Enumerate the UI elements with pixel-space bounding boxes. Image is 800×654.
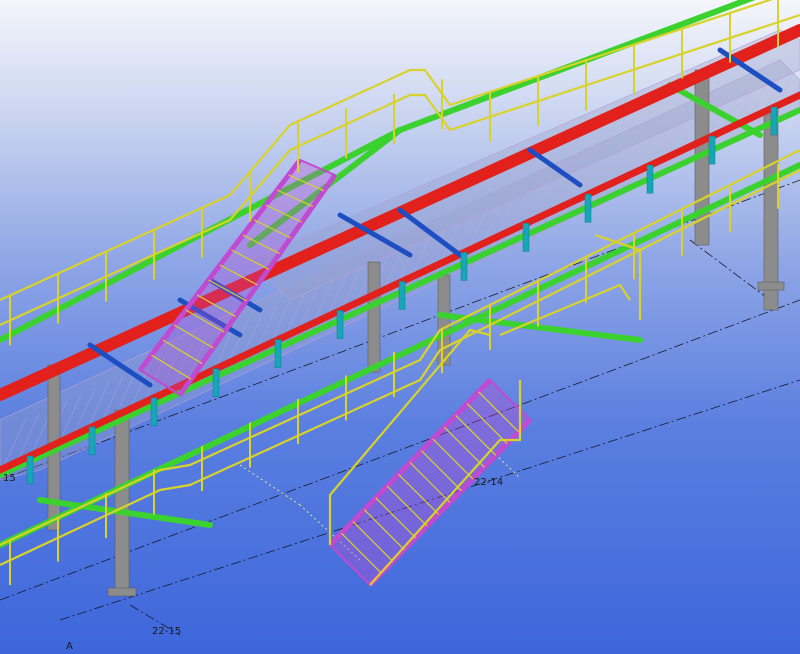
- pipe-support: [336, 310, 344, 339]
- pipe-support: [274, 339, 282, 368]
- column: [367, 261, 381, 373]
- pipe-support: [584, 193, 592, 223]
- pipe-support: [398, 281, 406, 310]
- pipe-support: [522, 223, 530, 252]
- pipe-support: [212, 368, 220, 397]
- base-plate: [757, 281, 785, 291]
- pipe-support: [88, 426, 96, 456]
- steel-structure-model: [0, 0, 800, 636]
- grid-label-22-15: 22-15: [152, 626, 182, 637]
- gridline: [689, 239, 771, 301]
- pipe-support: [646, 164, 654, 194]
- column: [114, 409, 130, 596]
- grid-label-22-14: 22-14: [474, 477, 504, 488]
- pipe-support: [26, 455, 34, 485]
- column: [763, 109, 779, 311]
- pipe-support: [150, 397, 158, 427]
- pipe-support: [460, 252, 468, 281]
- pipe-support: [770, 106, 778, 136]
- base-plate: [107, 587, 137, 597]
- pipe-support: [708, 135, 716, 165]
- grid-label-15: 15: [3, 473, 16, 484]
- grid-label-a: A: [66, 641, 73, 652]
- 3d-model-viewport[interactable]: 22-14 22-15 A 15: [0, 0, 800, 654]
